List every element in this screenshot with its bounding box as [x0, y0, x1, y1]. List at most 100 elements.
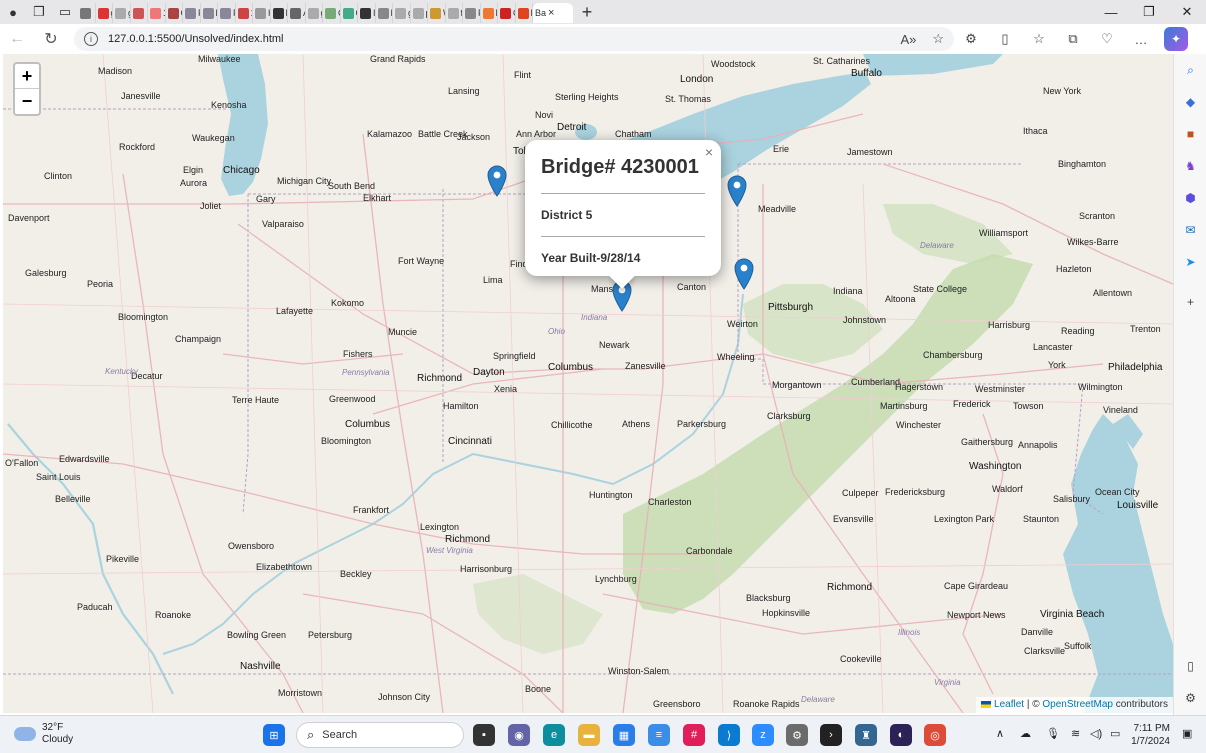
info-icon[interactable]: i — [84, 32, 98, 46]
eclipse-icon[interactable]: ◐ — [890, 724, 912, 746]
browser-tab[interactable]: A — [288, 3, 306, 23]
slack-icon[interactable]: # — [683, 724, 705, 746]
browser-tab[interactable] — [78, 3, 96, 23]
leaflet-link[interactable]: Leaflet — [994, 699, 1024, 710]
outlook-icon[interactable]: ✉ — [1174, 214, 1206, 246]
copilot-icon[interactable]: ✦ — [1164, 27, 1188, 51]
osm-link[interactable]: OpenStreetMap — [1042, 699, 1113, 710]
browser-tab[interactable]: N — [376, 3, 393, 23]
city-label: Lansing — [448, 86, 480, 96]
microphone-icon[interactable]: 🎙 — [1046, 727, 1060, 740]
browser-tab[interactable]: gi — [113, 3, 131, 23]
browser-tab[interactable]: Fl — [463, 3, 481, 23]
browser-tab[interactable]: B — [271, 3, 288, 23]
chat-icon[interactable]: ◉ — [508, 724, 530, 746]
browser-tab[interactable] — [131, 3, 148, 23]
search-icon[interactable]: ⌕ — [1174, 54, 1206, 86]
volume-icon[interactable]: ◁) — [1090, 727, 1102, 740]
city-label: St. Thomas — [665, 94, 711, 104]
tab-favicon-icon — [517, 7, 529, 19]
file-explorer-icon[interactable]: ▬ — [578, 724, 600, 746]
browser-tab[interactable]: fli — [446, 3, 463, 23]
taskbar-search[interactable]: ⌕ Search — [296, 722, 464, 748]
terminal-icon[interactable]: › — [820, 724, 842, 746]
settings-icon[interactable]: ⚙ — [1174, 682, 1206, 714]
collections-icon[interactable]: ⧉ — [1056, 31, 1090, 47]
zoom-out-button[interactable]: − — [15, 89, 39, 114]
zoom-in-button[interactable]: + — [15, 64, 39, 89]
copilot-sidebar-icon[interactable]: ⬢ — [1174, 182, 1206, 214]
task-view-icon[interactable]: ▪ — [473, 724, 495, 746]
browser-tab[interactable]: 10 — [148, 3, 166, 23]
browser-tab[interactable]: W — [428, 3, 446, 23]
add-icon[interactable]: + — [1174, 286, 1206, 318]
browser-tab[interactable]: C — [498, 3, 516, 23]
browser-tab[interactable]: Ic — [358, 3, 376, 23]
postgres-icon[interactable]: ♜ — [855, 724, 877, 746]
popup-close-button[interactable]: × — [705, 144, 713, 160]
tray-chevron-icon[interactable]: ∧ — [996, 727, 1004, 740]
read-aloud-icon[interactable]: A» — [900, 32, 916, 47]
workspaces-icon[interactable]: ❒ — [26, 0, 52, 24]
maximize-button[interactable]: ❐ — [1130, 4, 1168, 20]
new-tab-button[interactable]: + — [573, 2, 601, 23]
more-menu-icon[interactable]: … — [1124, 32, 1158, 47]
browser-tab[interactable]: Pc — [218, 3, 236, 23]
tag-icon[interactable]: ◆ — [1174, 86, 1206, 118]
browser-tab[interactable]: Pc — [201, 3, 218, 23]
browser-tab[interactable]: Cl — [323, 3, 341, 23]
send-icon[interactable]: ➤ — [1174, 246, 1206, 278]
wifi-icon[interactable]: ≋ — [1071, 727, 1080, 740]
favorites-icon[interactable]: ☆ — [1022, 31, 1056, 47]
browser-tab[interactable]: G — [341, 3, 358, 23]
tab-active[interactable]: Ba × — [533, 3, 573, 23]
close-tab-icon[interactable]: × — [548, 7, 554, 19]
notepad-icon[interactable]: ≡ — [648, 724, 670, 746]
games-icon[interactable]: ♞ — [1174, 150, 1206, 182]
weather-widget[interactable]: 32°F Cloudy — [14, 722, 73, 746]
sidebar-panel-icon[interactable]: ▯ — [1174, 650, 1206, 682]
close-window-button[interactable]: ✕ — [1168, 4, 1206, 20]
browser-tab[interactable]: H — [253, 3, 271, 23]
tab-actions-icon[interactable]: ▭ — [52, 0, 78, 24]
zoom-icon[interactable]: z — [752, 724, 774, 746]
browser-tab[interactable]: C — [166, 3, 183, 23]
battery-icon[interactable]: ▭ — [1110, 727, 1120, 740]
browser-tab[interactable]: H — [481, 3, 498, 23]
back-button[interactable]: ← — [0, 30, 34, 48]
calendar-icon[interactable]: ▦ — [613, 724, 635, 746]
city-label: Hazleton — [1056, 264, 1092, 274]
settings-app-icon[interactable]: ⚙ — [786, 724, 808, 746]
minimize-button[interactable]: — — [1092, 5, 1130, 20]
onedrive-icon[interactable]: ☁ — [1020, 727, 1031, 740]
notification-icon[interactable]: ▣ — [1182, 727, 1192, 740]
address-bar[interactable]: i 127.0.0.1:5500/Unsolved/index.html A» … — [74, 27, 954, 51]
vscode-icon[interactable]: ⟩ — [718, 724, 740, 746]
url-text[interactable]: 127.0.0.1:5500/Unsolved/index.html — [108, 33, 284, 45]
briefcase-icon[interactable]: ■ — [1174, 118, 1206, 150]
edge-icon[interactable]: e — [543, 724, 565, 746]
browser-tab[interactable]: 1! — [236, 3, 253, 23]
leaflet-map[interactable]: Madison Milwaukee Grand Rapids Flint Lansing… — [3, 54, 1173, 713]
extensions-icon[interactable]: ⚙ — [954, 31, 988, 47]
city-label: Fredericksburg — [885, 487, 946, 497]
bridge-marker[interactable] — [734, 258, 754, 290]
city-label: Michigan City — [277, 176, 332, 186]
bridge-marker[interactable] — [727, 175, 747, 207]
city-label: Kalamazoo — [367, 129, 413, 139]
browser-tab[interactable]: gi — [306, 3, 323, 23]
split-screen-icon[interactable]: ▯ — [988, 31, 1022, 47]
start-icon[interactable]: ⊞ — [263, 724, 285, 746]
clock[interactable]: 7:11 PM 1/7/2024 — [1131, 722, 1170, 748]
favorite-star-icon[interactable]: ☆ — [932, 31, 944, 47]
browser-tab[interactable]: gi — [393, 3, 411, 23]
chrome-icon[interactable]: ◎ — [924, 724, 946, 746]
browser-tab[interactable]: pi — [411, 3, 428, 23]
refresh-button[interactable]: ↻ — [34, 29, 68, 49]
browser-tab[interactable]: Pr — [516, 3, 533, 23]
browser-tab[interactable]: Pc — [183, 3, 201, 23]
performance-icon[interactable]: ♡ — [1090, 31, 1124, 47]
bridge-marker[interactable] — [487, 165, 507, 197]
browser-tab[interactable]: g — [96, 3, 113, 23]
profile-icon[interactable]: ● — [0, 0, 26, 24]
